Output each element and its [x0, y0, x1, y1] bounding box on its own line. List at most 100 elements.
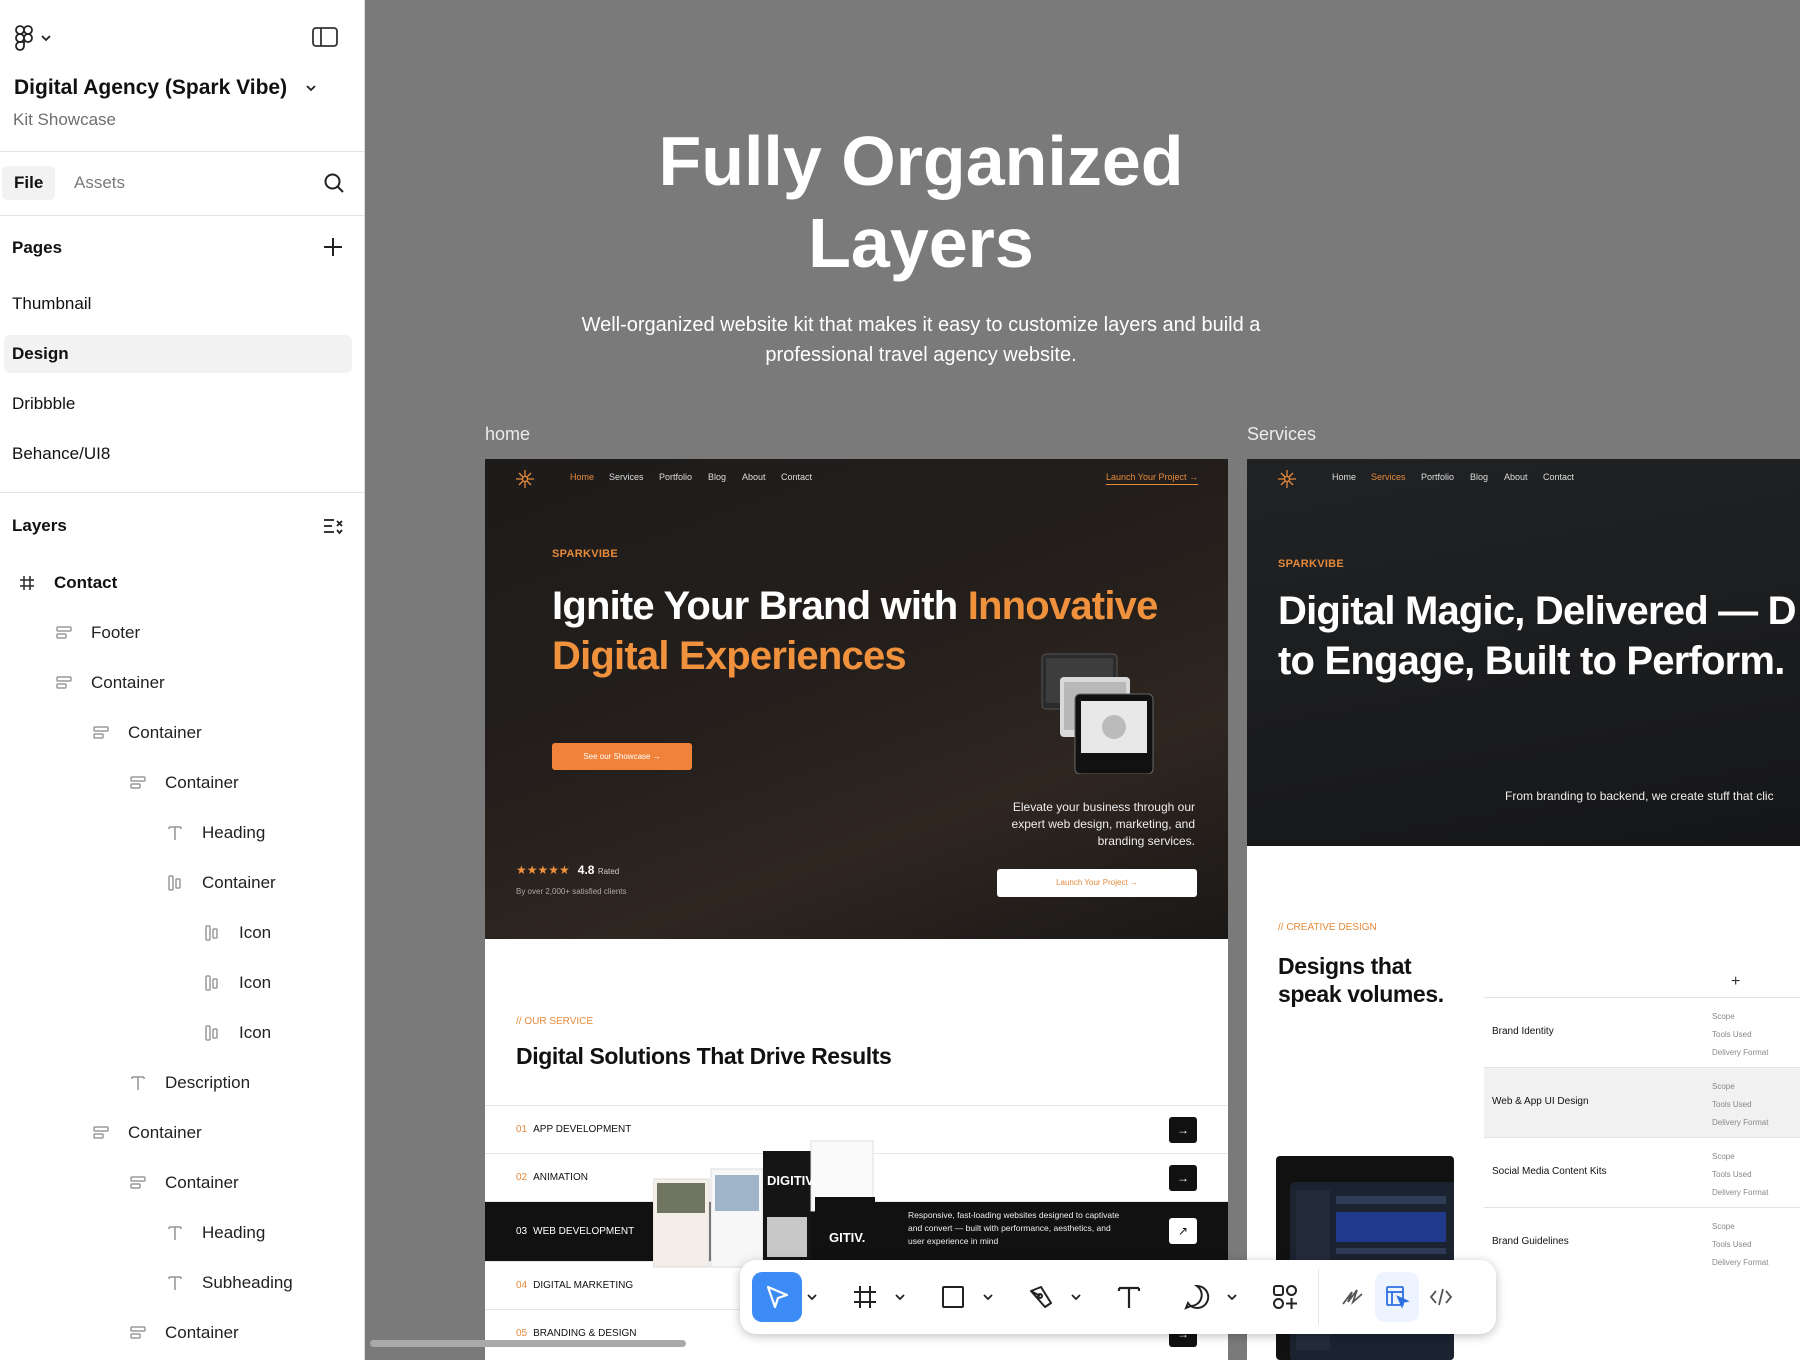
draw-mode-button[interactable]	[1331, 1272, 1375, 1322]
rectangle-tool-button[interactable]	[928, 1272, 978, 1322]
page-item-dribbble[interactable]: Dribbble	[4, 385, 352, 423]
horizontal-scrollbar[interactable]	[370, 1340, 686, 1347]
main-menu-button[interactable]	[14, 24, 52, 52]
layer-label: Description	[165, 1073, 251, 1092]
layer-row[interactable]: Icon	[201, 963, 271, 1003]
add-page-button[interactable]	[322, 236, 344, 258]
meta-label: Scope	[1712, 1012, 1735, 1021]
layer-label: Subheading	[202, 1273, 293, 1292]
frame-label-home[interactable]: home	[485, 424, 530, 445]
layers-options-button[interactable]	[322, 516, 344, 538]
layer-row[interactable]: Heading	[164, 1213, 265, 1253]
services-navbar: Home Services Portfolio Blog About Conta…	[1247, 469, 1800, 489]
see-showcase-button[interactable]: See our Showcase →	[552, 743, 692, 770]
meta-label: Delivery Format	[1712, 1048, 1769, 1057]
meta-label: Delivery Format	[1712, 1118, 1769, 1127]
nav-link-services[interactable]: Services	[1371, 472, 1406, 482]
tab-assets[interactable]: Assets	[62, 166, 137, 200]
nav-link-contact[interactable]: Contact	[1543, 472, 1574, 482]
layer-row[interactable]: Container	[164, 863, 276, 903]
chevron-down-icon	[40, 33, 52, 43]
layer-label: Icon	[239, 1023, 272, 1042]
expand-plus-icon[interactable]: +	[1731, 973, 1740, 991]
collapse-layers-icon	[322, 516, 344, 538]
file-subtitle: Kit Showcase	[13, 110, 116, 129]
layer-row[interactable]: Description	[127, 1063, 250, 1103]
nav-link-about[interactable]: About	[1504, 472, 1528, 482]
creative-title-line2: speak volumes.	[1278, 981, 1444, 1007]
layer-row[interactable]: Container	[90, 1113, 202, 1153]
layer-row[interactable]: Container	[127, 763, 239, 803]
frame-label-services[interactable]: Services	[1247, 424, 1316, 445]
pen-tool-dropdown[interactable]	[1066, 1272, 1086, 1322]
sidebar-toggle-icon	[311, 26, 339, 48]
search-button[interactable]	[323, 172, 345, 194]
nav-link-portfolio[interactable]: Portfolio	[1421, 472, 1454, 482]
nav-link-blog[interactable]: Blog	[1470, 472, 1488, 482]
pen-tool-button[interactable]	[1016, 1272, 1066, 1322]
canvas[interactable]: Fully Organized Layers Well-organized we…	[366, 0, 1800, 1360]
frame-home[interactable]: Home Services Portfolio Blog About Conta…	[485, 459, 1228, 1360]
service-list-meta: Scope Tools Used Delivery Format	[1712, 1218, 1768, 1272]
dev-mode-button[interactable]	[1419, 1272, 1463, 1322]
launch-project-button[interactable]: Launch Your Project →	[997, 869, 1197, 897]
layer-row[interactable]: Footer	[53, 613, 140, 653]
layer-row[interactable]: Subheading	[164, 1263, 293, 1303]
actions-button[interactable]	[1260, 1272, 1310, 1322]
layer-row[interactable]: Icon	[201, 1013, 271, 1053]
file-name-button[interactable]: Digital Agency (Spark Vibe)	[14, 76, 317, 100]
nav-link-services[interactable]: Services	[609, 472, 644, 482]
service-name: WEB DEVELOPMENT	[533, 1226, 635, 1237]
frame-tool-dropdown[interactable]	[890, 1272, 910, 1322]
shape-tool-dropdown[interactable]	[978, 1272, 998, 1322]
service-list-row[interactable]: Web & App UI Design Scope Tools Used Delive…	[1484, 1067, 1800, 1137]
nav-link-blog[interactable]: Blog	[708, 472, 726, 482]
nav-launch-project-link[interactable]: Launch Your Project →	[1105, 472, 1198, 485]
service-list-row[interactable]: Social Media Content Kits Scope Tools Used…	[1484, 1137, 1800, 1207]
service-name: BRANDING & DESIGN	[533, 1328, 637, 1339]
creative-design-kicker: // CREATIVE DESIGN	[1278, 922, 1377, 933]
service-list-meta: Scope Tools Used Delivery Format	[1712, 1008, 1768, 1062]
layer-row[interactable]: Icon	[201, 913, 271, 953]
layer-row[interactable]: Container	[127, 1163, 239, 1203]
comment-tool-button[interactable]	[1172, 1272, 1222, 1322]
nav-link-portfolio[interactable]: Portfolio	[659, 472, 692, 482]
layer-row[interactable]: Container	[127, 1313, 239, 1353]
design-mode-button[interactable]	[1375, 1272, 1419, 1322]
nav-link-contact[interactable]: Contact	[781, 472, 812, 482]
page-item-design[interactable]: Design	[4, 335, 352, 373]
frame-services[interactable]: Home Services Portfolio Blog About Conta…	[1247, 459, 1800, 1360]
page-item-thumbnail[interactable]: Thumbnail	[4, 285, 352, 323]
nav-link-about[interactable]: About	[742, 472, 766, 482]
dev-mode-icon	[1428, 1284, 1454, 1310]
meta-label: Tools Used	[1712, 1030, 1752, 1039]
layer-row[interactable]: Container	[90, 713, 202, 753]
chevron-down-icon	[305, 83, 317, 93]
nav-link-home[interactable]: Home	[570, 472, 594, 482]
tab-file[interactable]: File	[2, 166, 56, 200]
hero-heading-orange-1: Innovative	[967, 584, 1159, 628]
text-tool-button[interactable]	[1104, 1272, 1154, 1322]
layer-row[interactable]: Container	[53, 663, 165, 703]
nav-link-home[interactable]: Home	[1332, 472, 1356, 482]
service-number: 02	[516, 1172, 528, 1183]
service-number: 03	[516, 1226, 528, 1237]
comment-tool-dropdown[interactable]	[1222, 1272, 1242, 1322]
move-tool-button[interactable]	[752, 1272, 802, 1322]
toggle-sidebar-button[interactable]	[311, 26, 339, 48]
frame-tool-button[interactable]	[840, 1272, 890, 1322]
layer-label: Container	[128, 723, 202, 742]
layer-row[interactable]: Heading	[164, 813, 265, 853]
layer-row[interactable]: Contact	[16, 563, 117, 603]
arrow-up-right-icon[interactable]: ↗	[1169, 1218, 1197, 1244]
service-number: 05	[516, 1328, 528, 1339]
page-item-behance[interactable]: Behance/UI8	[4, 435, 352, 473]
arrow-right-icon[interactable]: →	[1169, 1165, 1197, 1191]
service-list-row[interactable]: Brand Guidelines Scope Tools Used Delivery …	[1484, 1207, 1800, 1277]
move-tool-dropdown[interactable]	[802, 1272, 822, 1322]
arrow-right-icon[interactable]: →	[1169, 1117, 1197, 1143]
service-list-row[interactable]: Brand Identity Scope Tools Used Delivery Fo…	[1484, 997, 1800, 1067]
web-dev-description: Responsive, fast-loading websites design…	[908, 1210, 1120, 1246]
rating-value: 4.8	[577, 863, 595, 877]
design-mode-icon	[1384, 1284, 1410, 1310]
